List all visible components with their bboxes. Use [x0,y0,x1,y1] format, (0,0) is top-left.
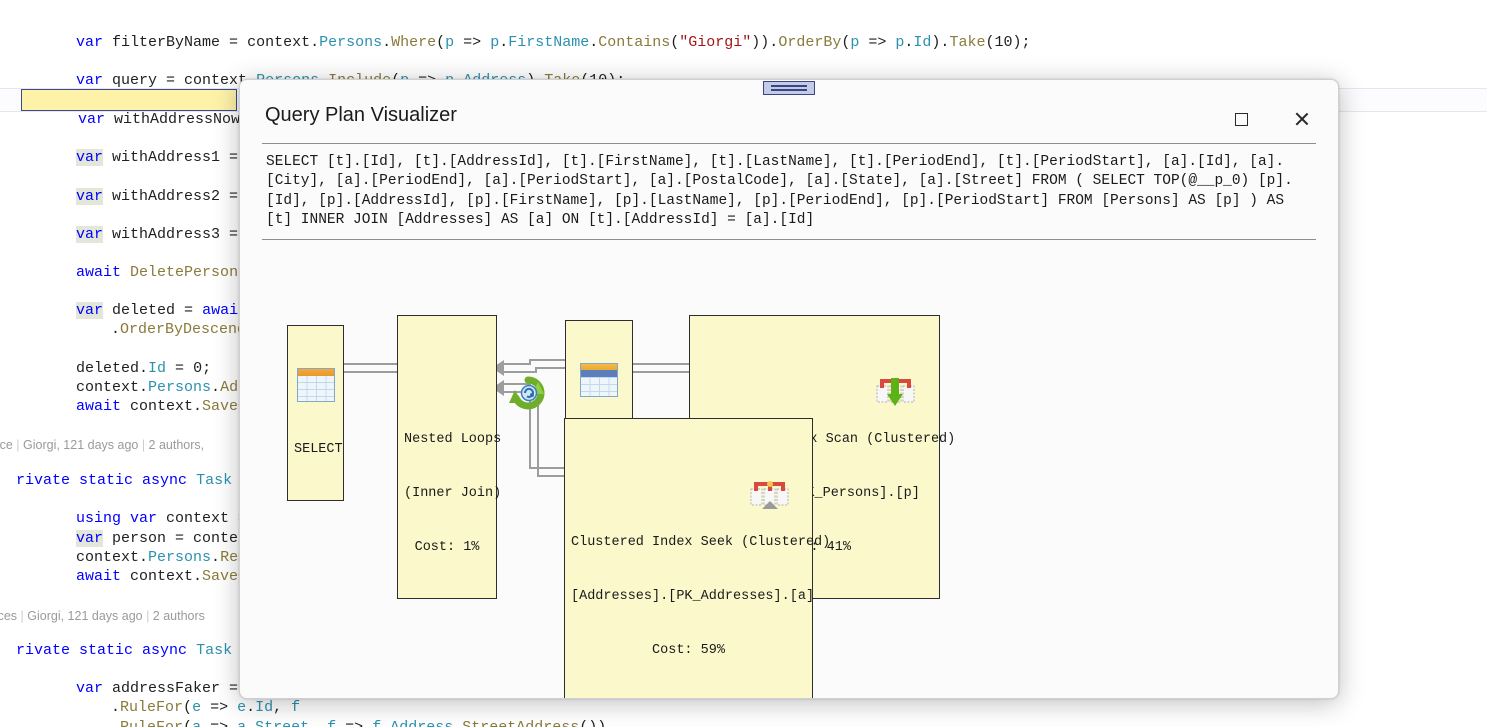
index-seek-icon [666,461,789,509]
close-icon [1293,111,1309,127]
index-scan-icon [792,358,915,406]
maximize-icon [1234,112,1248,126]
plan-node-label: Clustered Index Seek (Clustered) [571,535,831,550]
query-plan-visualizer-dialog: Query Plan Visualizer SELECT [t].[Id], [… [239,79,1339,699]
dialog-title: Query Plan Visualizer [265,104,457,126]
window-drag-handle[interactable] [763,81,815,95]
plan-node-clustered-index-seek[interactable]: Clustered Index Seek (Clustered) [Addres… [564,418,831,698]
code-line: .RuleFor(a => a.City, f => f.Address.Cit… [57,718,507,727]
plan-node-cost: Cost: 59% [652,643,725,658]
plan-node-label: Nested Loops [404,432,502,447]
grid-table-icon [296,368,335,402]
sql-query-text: SELECT [t].[Id], [t].[AddressId], [t].[F… [262,143,1316,241]
plan-node-label: SELECT [294,442,343,457]
grid-table-icon [580,363,618,397]
plan-node-cost: Cost: 1% [414,540,480,555]
app-root: var filterByName = context.Persons.Where… [0,0,1487,727]
plan-node-select[interactable]: SELECT [287,325,344,501]
close-button[interactable] [1284,102,1318,136]
plan-node-nested-loops[interactable]: Nested Loops (Inner Join) Cost: 1% [397,315,545,599]
plan-node-sublabel: [Addresses].[PK_Addresses].[a] [571,589,815,604]
plan-node-sublabel: (Inner Join) [404,486,502,501]
nested-loops-icon [427,358,545,410]
query-plan-canvas[interactable]: SELECT Nested Loops (Inner Join) Cost: 1… [240,232,1338,698]
maximize-button[interactable] [1224,102,1258,136]
